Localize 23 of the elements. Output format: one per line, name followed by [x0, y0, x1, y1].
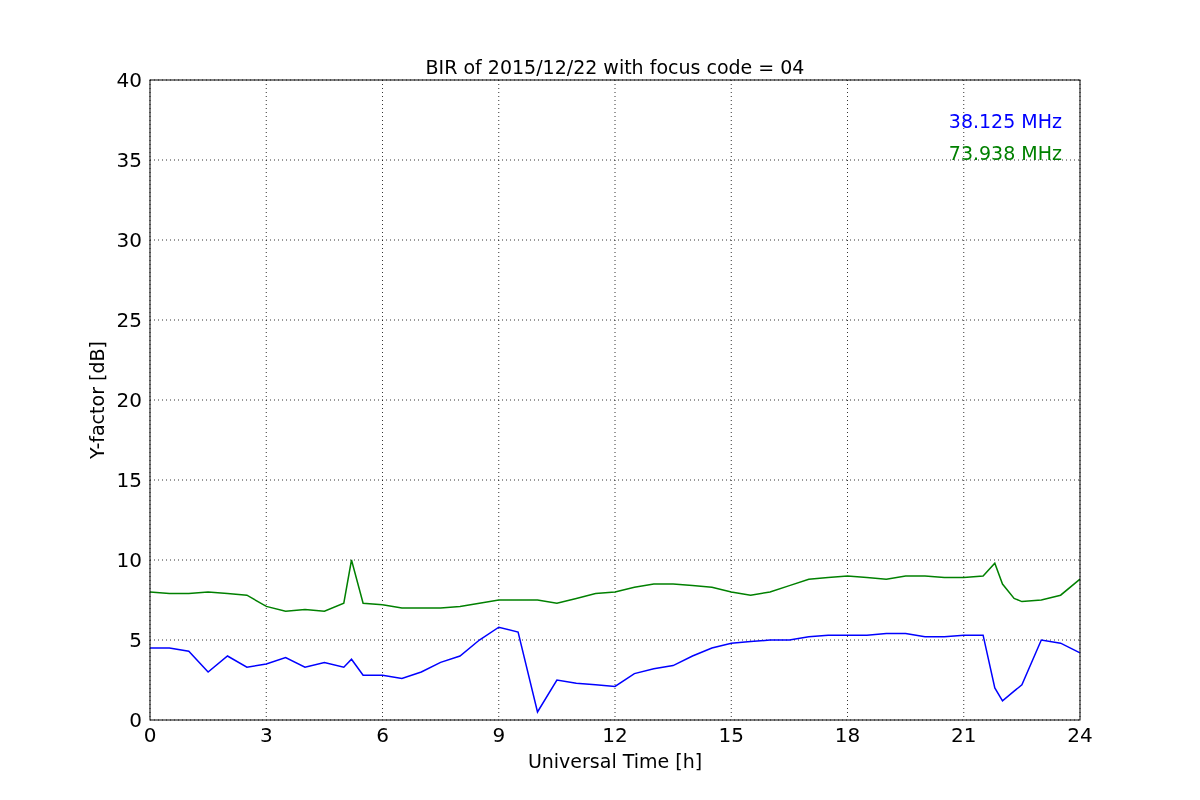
y-axis-label: Y-factor [dB]	[86, 341, 108, 459]
legend-label: 38.125 MHz	[948, 110, 1062, 132]
legend-label: 73.938 MHz	[948, 142, 1062, 164]
x-tick-label: 18	[834, 723, 861, 747]
x-axis-label: Universal Time [h]	[527, 750, 703, 772]
y-tick-label: 35	[116, 148, 142, 172]
y-tick-label: 15	[116, 468, 142, 492]
y-tick-label: 0	[129, 708, 142, 732]
x-tick-label: 3	[259, 723, 273, 747]
x-tick-label: 9	[492, 723, 506, 747]
chart-title: BIR of 2015/12/22 with focus code = 04	[425, 56, 805, 78]
x-tick-label: 0	[143, 723, 157, 747]
x-tick-label: 24	[1067, 723, 1093, 747]
y-tick-label: 20	[116, 388, 142, 412]
x-tick-label: 12	[602, 723, 628, 747]
y-tick-label: 25	[116, 308, 142, 332]
y-tick-label: 5	[129, 628, 142, 652]
x-tick-label: 6	[376, 723, 389, 747]
x-tick-label: 21	[951, 723, 977, 747]
x-tick-label: 15	[718, 723, 744, 747]
y-tick-label: 10	[116, 548, 142, 572]
y-tick-label: 30	[116, 228, 142, 252]
y-tick-label: 40	[116, 68, 142, 92]
